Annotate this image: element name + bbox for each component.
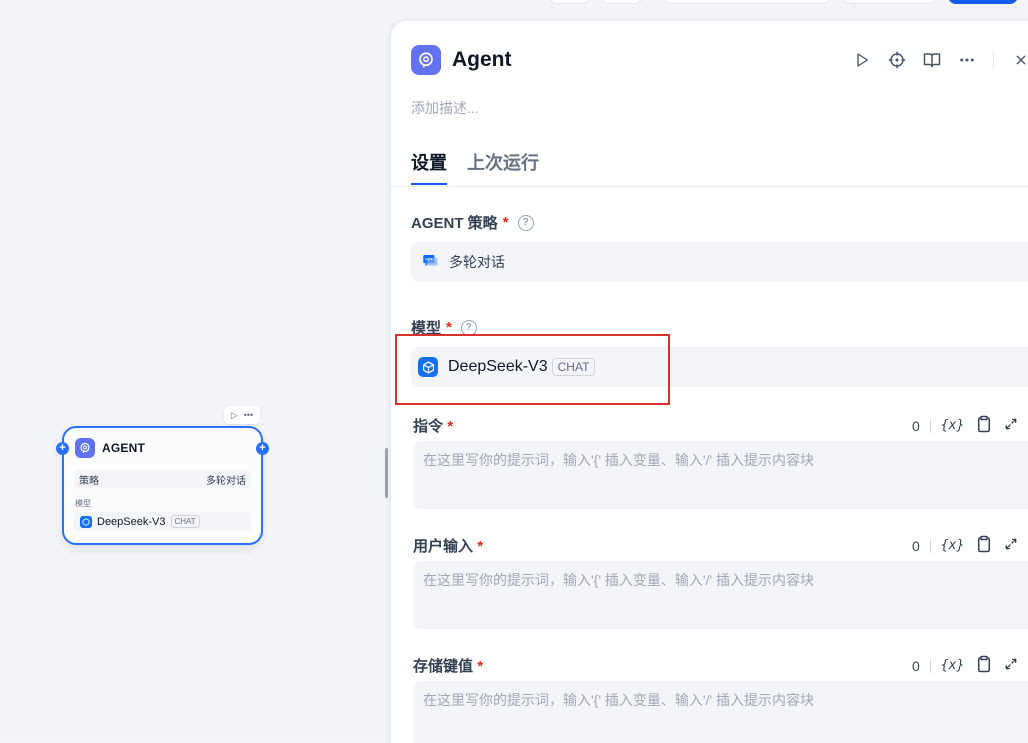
expand-icon[interactable] [1004,657,1018,674]
expand-icon[interactable] [1004,417,1018,434]
close-icon[interactable] [1010,49,1028,70]
highlight-box [395,334,670,405]
model-cube-icon [80,515,92,528]
node-model-row: DeepSeek-V3 CHAT [74,512,251,531]
toolbar-button-2[interactable] [601,0,642,4]
char-count: 0 [912,537,920,554]
required-mark: * [502,214,509,231]
instruction-label: 指令 [413,418,444,435]
run-icon[interactable] [851,49,872,70]
instruction-editor[interactable]: 在这里写你的提示词，输入'{' 插入变量、输入'/' 插入提示内容块 [413,441,1028,509]
agent-icon [411,45,441,75]
required-mark: * [477,538,484,555]
divider [993,50,994,69]
book-icon[interactable] [921,49,942,70]
strategy-select[interactable]: 多轮对话 [411,242,1028,282]
user-input-label: 用户输入 [413,538,474,555]
node-title: AGENT [102,441,145,455]
panel-resize-handle[interactable] [385,448,388,498]
store-key-label: 存储键值 [413,658,474,675]
agent-icon [75,438,95,458]
node-model-name: DeepSeek-V3 [97,515,166,528]
toolbar-button-1[interactable] [549,0,591,4]
node-model-badge: CHAT [170,515,200,528]
store-key-editor[interactable]: 在这里写你的提示词，输入'{' 插入变量、输入'/' 插入提示内容块 [413,681,1028,743]
user-input-tools: 0 {x} [912,535,1018,556]
char-count: 0 [912,417,920,434]
char-count: 0 [912,657,920,674]
agent-node[interactable]: + + AGENT 策略 多轮对话 模型 DeepSeek-V3 CHAT [56,426,269,545]
user-input-label-row: 用户输入 * [413,535,483,556]
divider [929,658,931,673]
clipboard-icon[interactable] [976,535,992,556]
node-strategy-value: 多轮对话 [206,475,246,487]
clipboard-icon[interactable] [976,415,992,436]
tab-divider [391,186,1028,187]
instruction-label-row: 指令 * [413,415,453,436]
strategy-value: 多轮对话 [449,254,505,270]
chat-bubble-icon [421,252,439,273]
insert-variable-icon[interactable]: {x} [941,658,964,673]
node-model-label: 模型 [75,499,91,508]
tab-settings[interactable]: 设置 [411,149,447,185]
node-right-handle[interactable]: + [256,442,269,455]
panel-title[interactable]: Agent [452,48,512,72]
toolbar-button-4[interactable] [843,0,936,4]
node-left-handle[interactable]: + [56,442,69,455]
more-icon[interactable] [956,49,977,70]
publish-button[interactable] [948,0,1018,4]
required-mark: * [447,418,454,435]
strategy-label-row: AGENT 策略 * ? [411,212,534,233]
divider [929,538,931,553]
divider [929,418,931,433]
insert-variable-icon[interactable]: {x} [941,538,964,553]
insert-variable-icon[interactable]: {x} [941,418,964,433]
node-strategy-row: 策略 多轮对话 [74,470,251,488]
tab-last-run[interactable]: 上次运行 [467,149,539,185]
help-icon[interactable]: ? [517,214,534,231]
user-input-editor[interactable]: 在这里写你的提示词，输入'{' 插入变量、输入'/' 插入提示内容块 [413,561,1028,629]
description-input[interactable]: 添加描述... [411,98,479,118]
node-run-icon[interactable]: ▷ [231,410,238,421]
store-key-tools: 0 {x} [912,655,1018,676]
expand-icon[interactable] [1004,537,1018,554]
clipboard-icon[interactable] [976,655,992,676]
node-more-icon[interactable]: ••• [244,410,253,420]
node-toolbar: ▷ ••• [224,406,260,424]
node-strategy-label: 策略 [79,475,99,487]
toolbar-button-3[interactable] [664,0,831,4]
strategy-label: AGENT 策略 [411,215,498,232]
panel-tabs: 设置 上次运行 [411,149,539,185]
target-icon[interactable] [886,49,907,70]
instruction-tools: 0 {x} [912,415,1018,436]
required-mark: * [477,658,484,675]
store-key-label-row: 存储键值 * [413,655,483,676]
